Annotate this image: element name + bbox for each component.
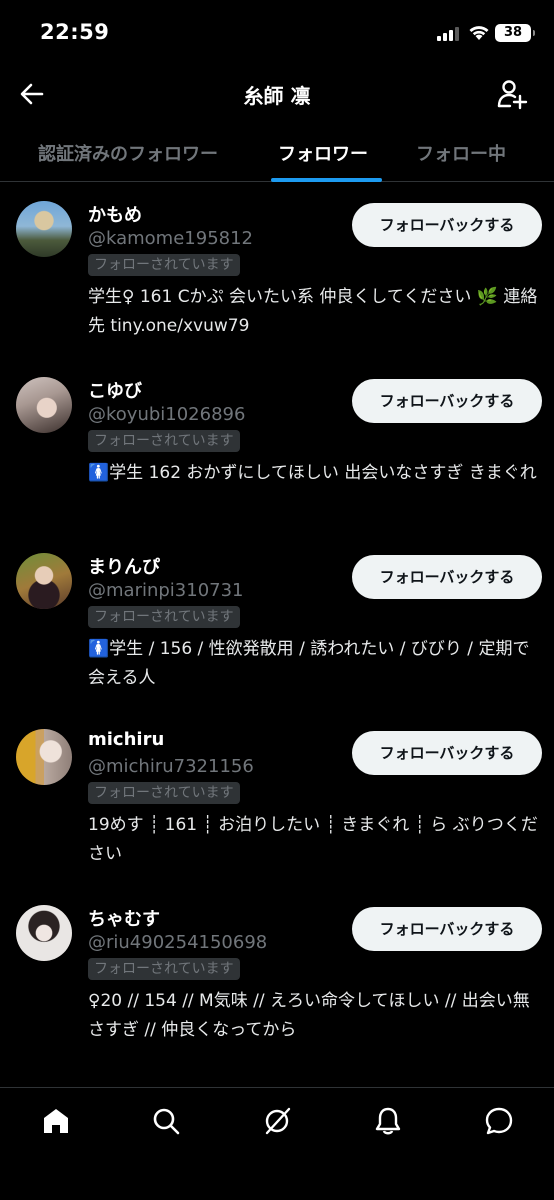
user-bio: 🚺学生 162 おかずにしてほしい 出会いなさすぎ きまぐれ <box>88 463 537 483</box>
user-bio: ♀20 // 154 // M気味 // えろい命令してほしい // 出会い無さ… <box>88 991 530 1040</box>
user-bio: 19めす ┊ 161 ┊ お泊りしたい ┊ きまぐれ ┊ ら ぶりつください <box>88 815 538 864</box>
user-bio: 学生♀ 161 Cかぷ 会いたい系 仲良くしてください 🌿 連絡先 tiny.o… <box>88 287 538 336</box>
messages-icon[interactable] <box>484 1106 514 1136</box>
user-handle: @marinpi310731 <box>88 580 244 601</box>
follow-back-button[interactable]: フォローバックする <box>352 203 542 247</box>
follow-back-button[interactable]: フォローバックする <box>352 907 542 951</box>
user-name: michiru <box>88 729 165 750</box>
grok-icon[interactable] <box>262 1106 292 1136</box>
list-item[interactable]: かもめ @kamome195812 フォローされています 学生♀ 161 Cかぷ… <box>0 183 554 359</box>
follows-you-badge: フォローされています <box>88 782 240 804</box>
status-time: 22:59 <box>40 20 110 44</box>
signal-icon <box>437 27 461 41</box>
list-item[interactable]: こゆび @koyubi1026896 フォローされています 🚺学生 162 おか… <box>0 359 554 535</box>
follows-you-badge: フォローされています <box>88 606 240 628</box>
user-handle: @riu490254150698 <box>88 932 268 953</box>
top-header: 糸師 凛 <box>0 66 554 122</box>
follows-you-badge: フォローされています <box>88 430 240 452</box>
battery-indicator: 38 <box>495 24 535 42</box>
list-item[interactable]: michiru @michiru7321156 フォローされています 19めす … <box>0 711 554 887</box>
home-icon[interactable] <box>41 1106 71 1136</box>
active-tab-indicator <box>271 178 382 182</box>
search-icon[interactable] <box>151 1106 181 1136</box>
follow-back-button[interactable]: フォローバックする <box>352 379 542 423</box>
avatar[interactable] <box>16 553 72 609</box>
follow-back-button[interactable]: フォローバックする <box>352 731 542 775</box>
page-title: 糸師 凛 <box>243 84 311 108</box>
user-name: かもめ <box>88 205 142 226</box>
follows-you-badge: フォローされています <box>88 958 240 980</box>
tab-following[interactable]: フォロー中 <box>416 140 506 166</box>
user-handle: @michiru7321156 <box>88 756 254 777</box>
list-item[interactable]: ちゃむす @riu490254150698 フォローされています ♀20 // … <box>0 887 554 1063</box>
avatar[interactable] <box>16 201 72 257</box>
wifi-icon <box>469 26 489 40</box>
avatar[interactable] <box>16 377 72 433</box>
avatar[interactable] <box>16 729 72 785</box>
follower-tabs: 認証済みのフォロワー フォロワー フォロー中 <box>0 124 554 182</box>
user-name: まりんぴ <box>88 557 160 578</box>
user-bio: 🚺学生 / 156 / 性欲発散用 / 誘われたい / びびり / 定期で会える… <box>88 639 530 688</box>
follow-back-button[interactable]: フォローバックする <box>352 555 542 599</box>
user-name: こゆび <box>88 381 142 402</box>
avatar[interactable] <box>16 905 72 961</box>
user-handle: @koyubi1026896 <box>88 404 246 425</box>
bottom-navigation <box>0 1087 554 1200</box>
status-bar: 22:59 38 <box>0 0 554 66</box>
follower-list: かもめ @kamome195812 フォローされています 学生♀ 161 Cかぷ… <box>0 183 554 1087</box>
user-handle: @kamome195812 <box>88 228 254 249</box>
user-name: ちゃむす <box>88 909 160 930</box>
tab-followers[interactable]: フォロワー <box>278 140 368 166</box>
tab-verified-followers[interactable]: 認証済みのフォロワー <box>38 140 218 166</box>
list-item[interactable]: まりんぴ @marinpi310731 フォローされています 🚺学生 / 156… <box>0 535 554 711</box>
follows-you-badge: フォローされています <box>88 254 240 276</box>
add-user-icon[interactable] <box>496 78 528 110</box>
notifications-icon[interactable] <box>373 1106 403 1136</box>
